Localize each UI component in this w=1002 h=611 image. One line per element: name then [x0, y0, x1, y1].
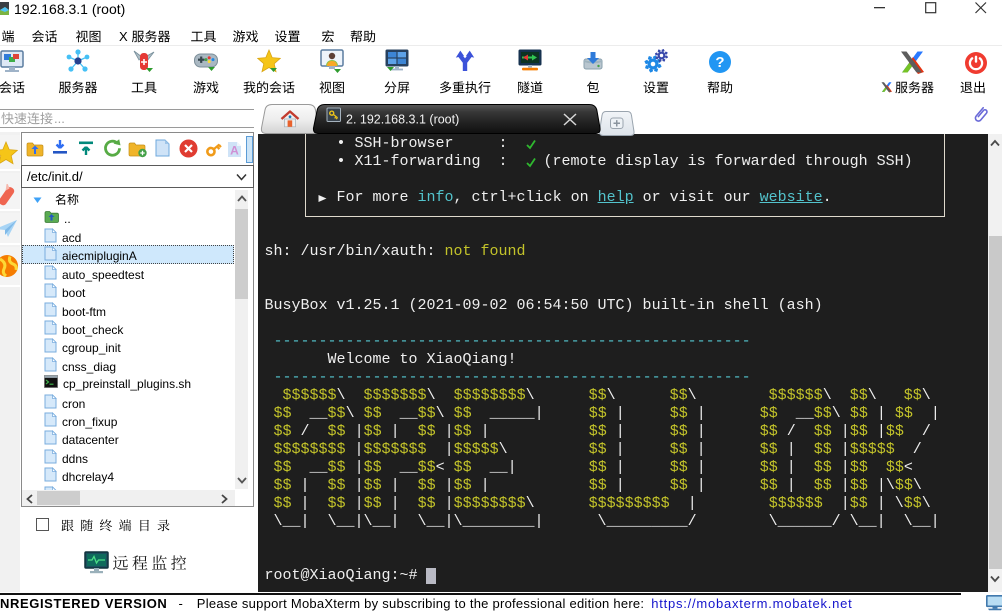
svg-text:?: ?	[715, 54, 724, 71]
svg-text:A: A	[230, 144, 239, 158]
svg-text:2. 192.168.3.1 (root): 2. 192.168.3.1 (root)	[346, 113, 459, 127]
